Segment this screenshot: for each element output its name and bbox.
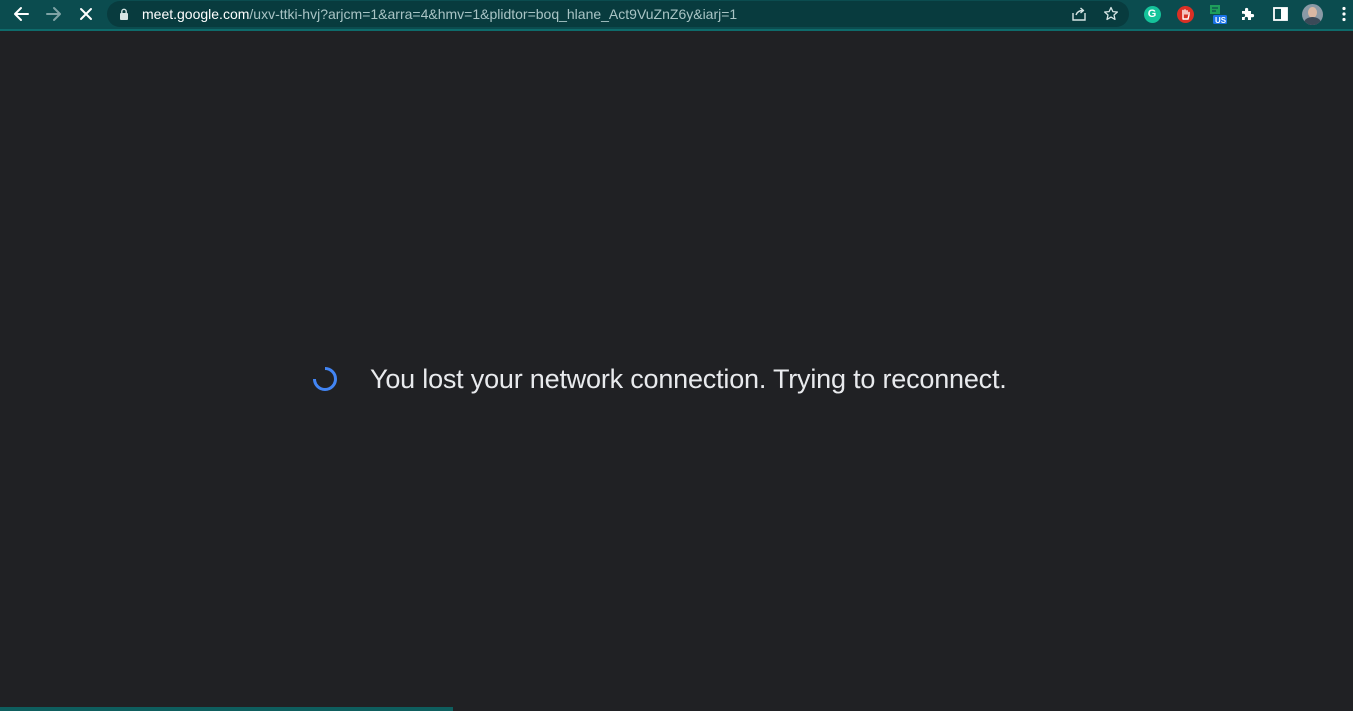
- forward-arrow-icon: [46, 7, 61, 21]
- page-content: You lost your network connection. Trying…: [0, 31, 1353, 711]
- forward-button[interactable]: [40, 1, 68, 27]
- share-icon: [1072, 7, 1086, 21]
- puzzle-icon: [1242, 7, 1255, 21]
- side-panel-icon: [1272, 7, 1288, 21]
- grammarly-extension[interactable]: G: [1141, 3, 1163, 25]
- reconnect-status: You lost your network connection. Trying…: [311, 358, 1007, 400]
- grammarly-icon: G: [1143, 5, 1161, 23]
- adblock-icon: [1176, 5, 1194, 23]
- url-host: meet.google.com: [142, 6, 250, 22]
- page-load-progress: [0, 707, 1353, 711]
- lock-icon[interactable]: [119, 8, 129, 20]
- kebab-menu-icon: [1342, 6, 1346, 22]
- address-bar[interactable]: meet.google.com/uxv-ttki-hvj?arjcm=1&arr…: [107, 1, 1129, 27]
- page-load-progress-fill: [0, 707, 454, 711]
- browser-menu-button[interactable]: [1333, 3, 1353, 25]
- url-text[interactable]: meet.google.com/uxv-ttki-hvj?arjcm=1&arr…: [142, 6, 737, 22]
- profile-button[interactable]: [1301, 3, 1323, 25]
- browser-toolbar: meet.google.com/uxv-ttki-hvj?arjcm=1&arr…: [0, 0, 1353, 31]
- bookmark-button[interactable]: [1101, 5, 1121, 23]
- stop-loading-button[interactable]: [72, 1, 100, 27]
- vpn-badge: US: [1215, 16, 1227, 25]
- adblock-extension[interactable]: [1174, 3, 1196, 25]
- avatar: [1301, 3, 1323, 25]
- back-arrow-icon: [14, 7, 29, 21]
- star-icon: [1103, 6, 1119, 21]
- back-button[interactable]: [7, 1, 35, 27]
- loading-spinner-icon: [313, 367, 337, 391]
- url-path: /uxv-ttki-hvj?arjcm=1&arra=4&hmv=1&plidt…: [249, 6, 738, 22]
- side-panel-button[interactable]: [1269, 3, 1291, 25]
- stop-loading-icon: [80, 8, 92, 20]
- vpn-extension[interactable]: US: [1207, 3, 1229, 25]
- connection-lost-message: You lost your network connection. Trying…: [370, 363, 1007, 394]
- extensions-button[interactable]: [1237, 3, 1259, 25]
- share-button[interactable]: [1069, 5, 1089, 23]
